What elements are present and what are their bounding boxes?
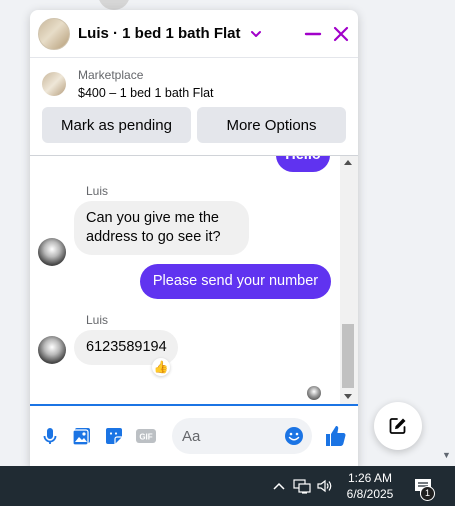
thumbs-up-icon[interactable] [324, 424, 348, 448]
message-text: address to go see it? [86, 229, 221, 245]
message-composer: GIF [30, 416, 358, 456]
chat-header: Luis · 1 bed 1 bath Flat [30, 10, 358, 58]
listing-actions: Mark as pending More Options [30, 107, 358, 143]
message-bubble-outgoing: Please send your number [140, 264, 331, 299]
sender-avatar[interactable] [38, 336, 66, 364]
chat-window: Luis · 1 bed 1 bath Flat Marketplace $40… [30, 10, 358, 468]
chevron-up-icon[interactable] [270, 478, 288, 494]
network-icon[interactable] [293, 478, 311, 494]
emoji-icon[interactable] [284, 426, 304, 446]
chevron-down-icon[interactable] [249, 27, 263, 41]
contact-avatar[interactable] [38, 17, 70, 50]
message-text: Can you give me the [86, 210, 219, 226]
minimize-icon[interactable] [304, 25, 322, 43]
chat-title[interactable]: Luis · 1 bed 1 bath Flat [78, 25, 241, 42]
taskbar: 1:26 AM 6/8/2025 1 [0, 466, 455, 506]
clock-date: 6/8/2025 [346, 487, 394, 501]
scrollbar-thumb[interactable] [342, 324, 354, 388]
listing-thumbnail [42, 72, 66, 96]
more-options-button[interactable]: More Options [197, 107, 346, 143]
sender-avatar[interactable] [38, 238, 66, 266]
new-message-button[interactable] [374, 402, 422, 450]
composer-focus-line [30, 404, 358, 406]
volume-icon[interactable] [316, 478, 334, 494]
microphone-icon[interactable] [38, 424, 62, 448]
listing-title: $400 – 1 bed 1 bath Flat [78, 86, 214, 100]
scrollbar[interactable] [340, 156, 358, 404]
message-bubble-outgoing: Hello [276, 156, 330, 172]
sender-name: Luis [86, 184, 109, 198]
scroll-up-arrow-icon[interactable] [344, 160, 352, 165]
sender-name: Luis [86, 313, 109, 327]
listing-info: Marketplace $400 – 1 bed 1 bath Flat [78, 68, 214, 100]
mark-as-pending-button[interactable]: Mark as pending [42, 107, 191, 143]
compose-icon [389, 418, 406, 434]
gif-icon[interactable]: GIF [134, 424, 158, 448]
close-icon[interactable] [332, 25, 350, 43]
message-bubble-incoming: Can you give me the address to go see it… [74, 201, 249, 255]
page-scroll-down-icon[interactable]: ▼ [442, 450, 451, 460]
scroll-down-arrow-icon[interactable] [344, 394, 352, 399]
clock[interactable]: 1:26 AM 6/8/2025 [340, 470, 400, 502]
thumbs-up-reaction-icon[interactable]: 👍 [152, 358, 170, 376]
read-receipt-avatar [307, 386, 321, 400]
photo-icon[interactable] [70, 424, 94, 448]
header-actions [304, 25, 350, 43]
clock-time: 1:26 AM [347, 471, 393, 485]
svg-text:GIF: GIF [139, 433, 152, 442]
marketplace-listing[interactable]: Marketplace $400 – 1 bed 1 bath Flat [30, 58, 358, 110]
sticker-icon[interactable] [102, 424, 126, 448]
notification-count-badge: 1 [420, 486, 435, 501]
background-avatar [98, 0, 130, 10]
message-input[interactable] [182, 427, 282, 445]
message-list: Hello Luis Can you give me the address t… [30, 156, 340, 404]
listing-source-label: Marketplace [78, 68, 144, 82]
message-input-wrapper [172, 418, 312, 454]
